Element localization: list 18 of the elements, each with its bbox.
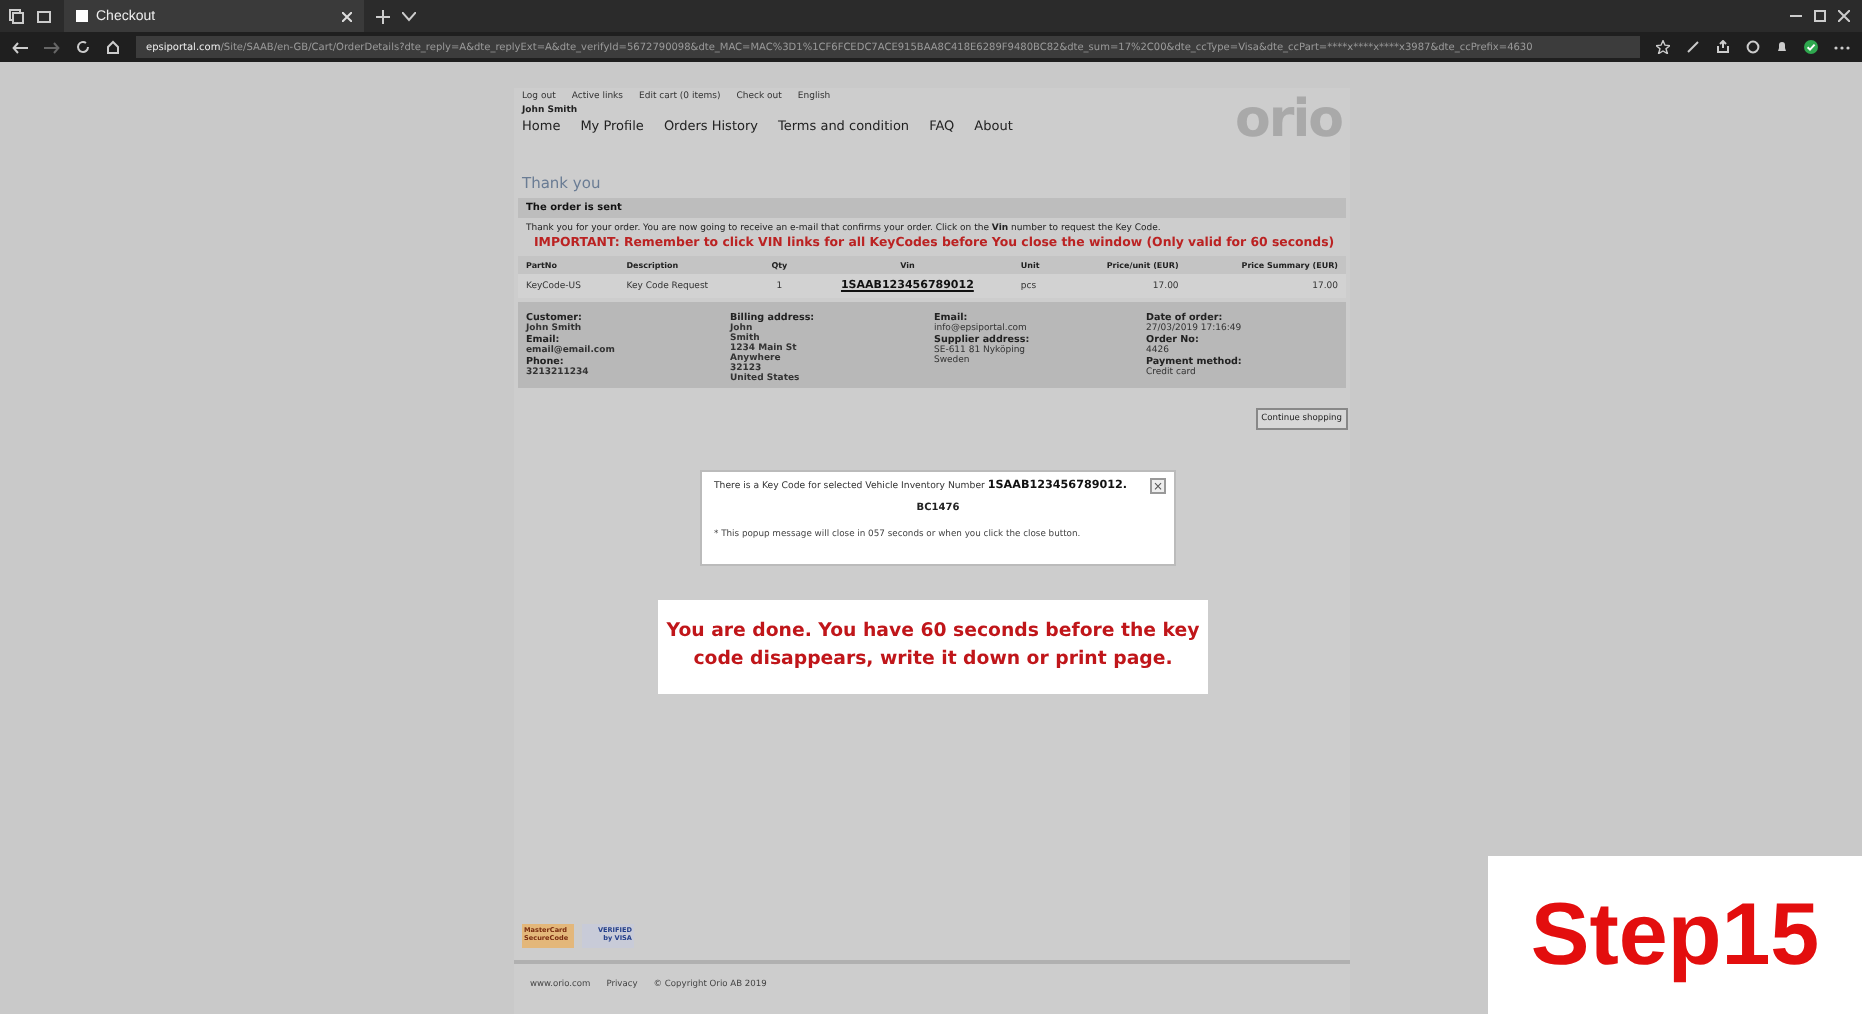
back-arrow-icon[interactable] (12, 41, 28, 53)
check-circle-icon[interactable] (1804, 40, 1818, 54)
maximize-icon[interactable] (1814, 10, 1826, 22)
share-icon[interactable] (1716, 40, 1730, 54)
tabs-icon[interactable] (8, 8, 24, 24)
step-label: Step15 (1488, 856, 1862, 1014)
forward-arrow-icon[interactable] (44, 41, 60, 53)
plus-icon[interactable] (376, 9, 390, 23)
refresh-icon[interactable] (76, 40, 90, 54)
close-icon[interactable] (1838, 10, 1850, 22)
bell-icon[interactable] (1776, 40, 1788, 54)
minimize-icon[interactable] (1790, 14, 1802, 18)
instruction-callout: You are done. You have 60 seconds before the key code disappears, write it down or print page. (658, 600, 1208, 694)
page-icon (76, 10, 88, 22)
star-icon[interactable] (1656, 40, 1670, 54)
chevron-down-icon[interactable] (402, 11, 416, 21)
close-icon[interactable] (342, 11, 352, 21)
home-icon[interactable] (106, 40, 120, 54)
